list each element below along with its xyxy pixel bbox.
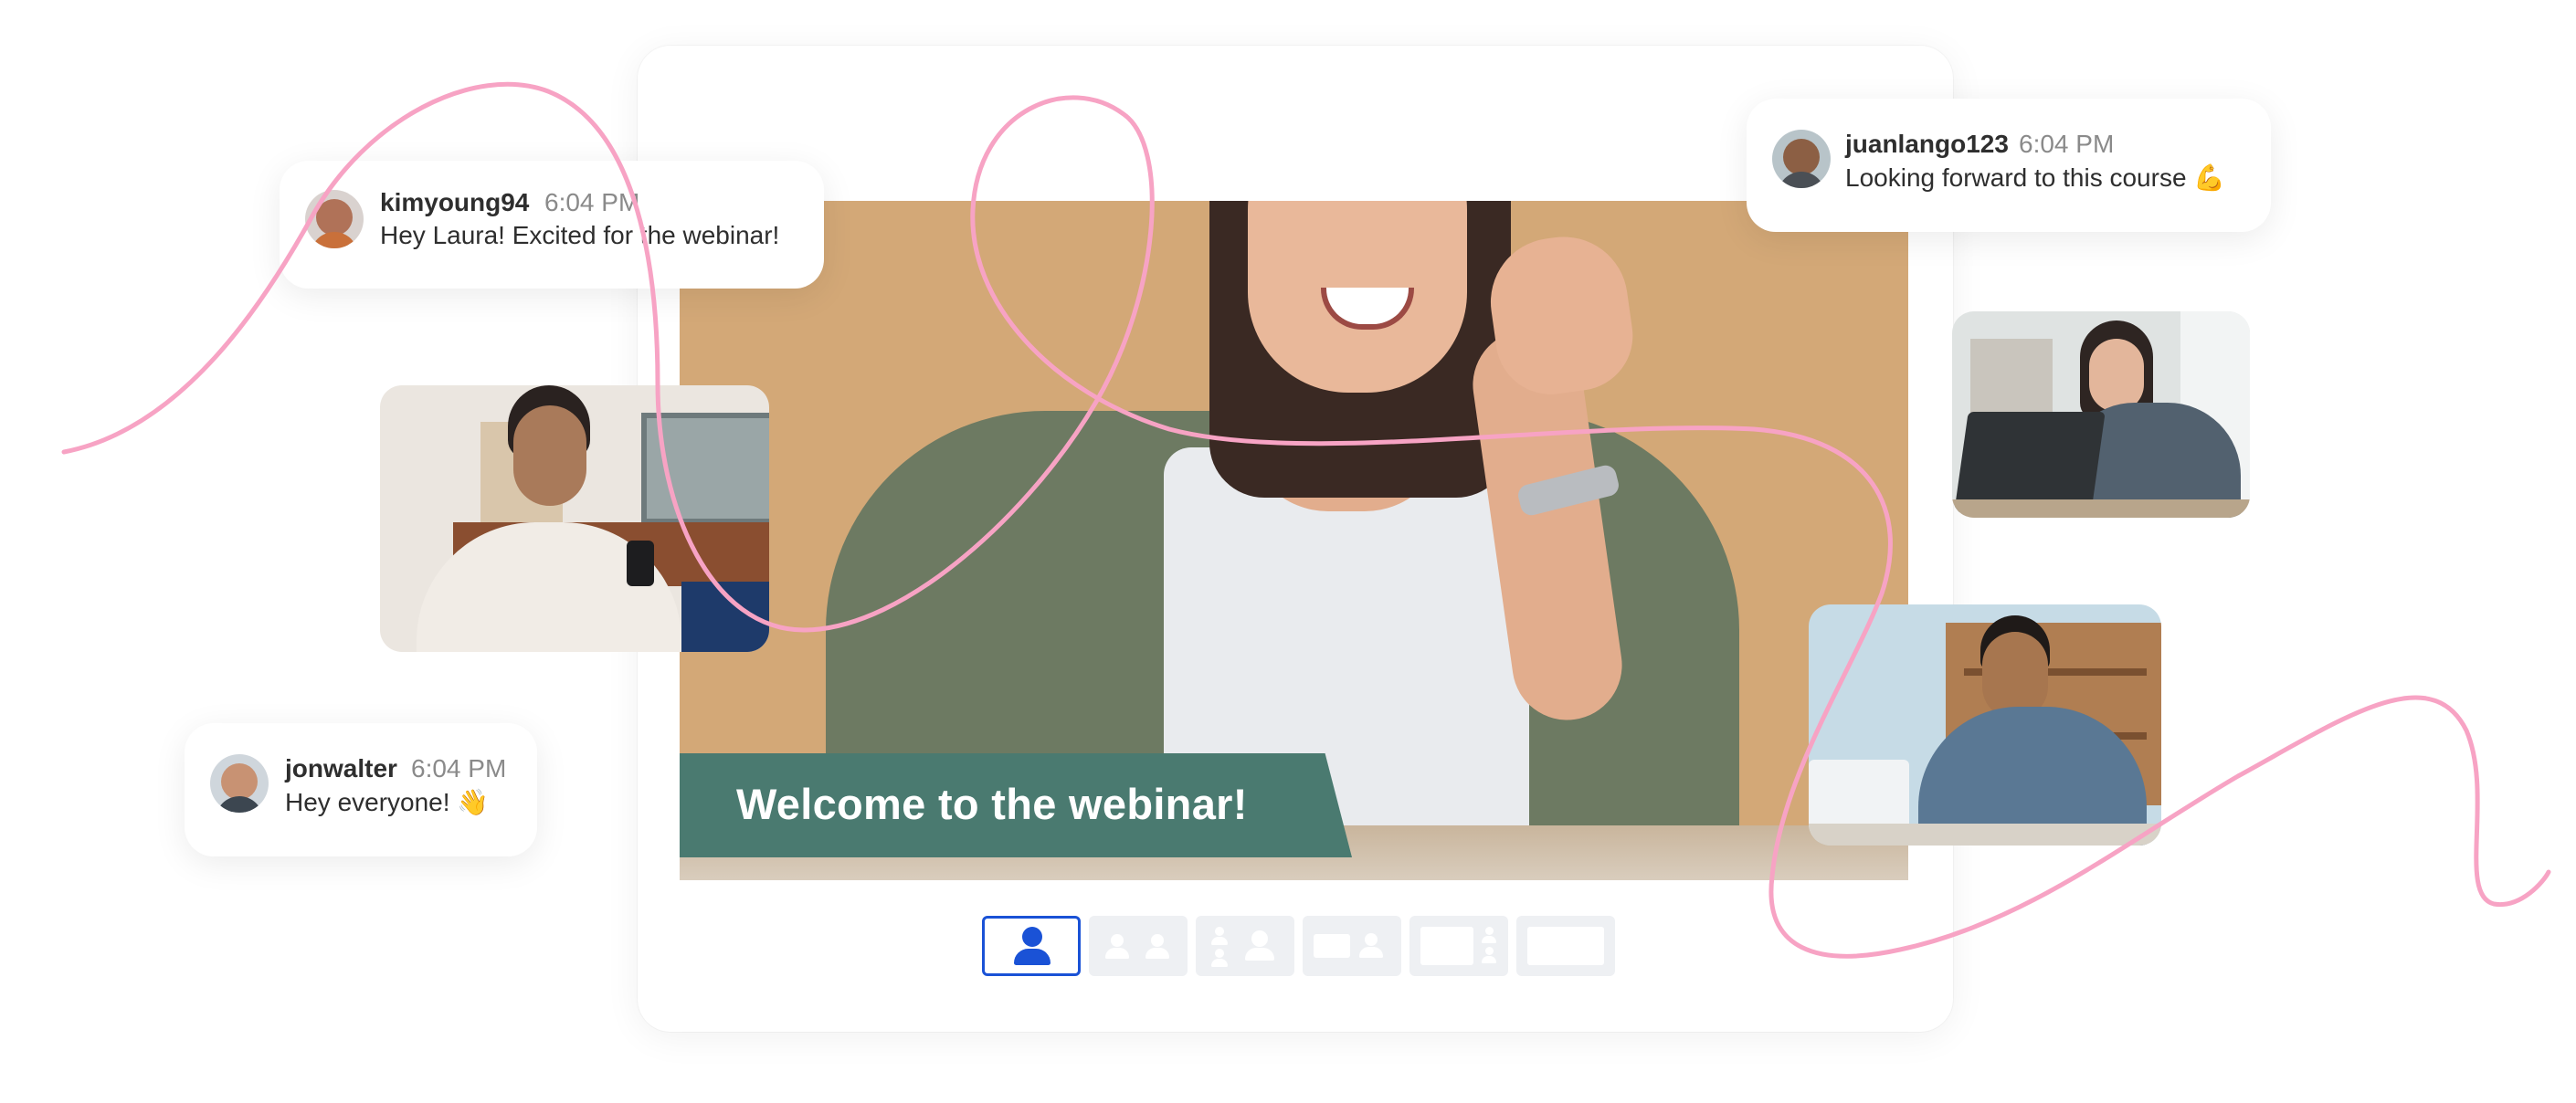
chat-timestamp: 6:04 PM bbox=[544, 188, 640, 216]
person-icon bbox=[1481, 927, 1497, 945]
chat-timestamp: 6:04 PM bbox=[411, 754, 507, 783]
person-icon bbox=[1105, 934, 1129, 961]
person-icon bbox=[1210, 949, 1229, 969]
chair bbox=[681, 582, 769, 652]
laptop bbox=[1954, 412, 2106, 512]
avatar bbox=[305, 190, 364, 248]
chat-timestamp: 6:04 PM bbox=[2019, 130, 2115, 158]
chat-message-text: Looking forward to this course 💪 bbox=[1845, 163, 2226, 192]
chat-message-text: Hey everyone! 👋 bbox=[285, 788, 490, 816]
person-face bbox=[2089, 339, 2144, 412]
layout-two-speakers-button[interactable] bbox=[1089, 916, 1188, 976]
person-icon bbox=[1481, 947, 1497, 965]
chat-username: juanlango123 bbox=[1845, 130, 2009, 158]
layout-single-speaker-button[interactable] bbox=[982, 916, 1081, 976]
welcome-banner-text: Welcome to the webinar! bbox=[736, 780, 1248, 828]
person-face bbox=[513, 405, 586, 506]
person-icon bbox=[1210, 927, 1229, 947]
screen-icon bbox=[1527, 927, 1604, 965]
chat-message-jonwalter: jonwalter 6:04 PM Hey everyone! 👋 bbox=[185, 723, 537, 856]
screen-icon bbox=[1314, 934, 1350, 958]
layout-speaker-guest-button[interactable] bbox=[1196, 916, 1294, 976]
chat-message-kimyoung94: kimyoung94 6:04 PM Hey Laura! Excited fo… bbox=[280, 161, 824, 289]
layout-screen-only-button[interactable] bbox=[1516, 916, 1615, 976]
screen-icon bbox=[1420, 927, 1473, 965]
participant-video-laptop-woman bbox=[1952, 311, 2250, 518]
person-icon bbox=[1357, 933, 1385, 961]
welcome-banner: Welcome to the webinar! bbox=[680, 753, 1352, 857]
person-icon bbox=[1145, 934, 1169, 961]
participant-video-laptop-man bbox=[1809, 604, 2161, 846]
participant-video-phone bbox=[380, 385, 769, 652]
avatar bbox=[210, 754, 269, 813]
desk bbox=[1809, 824, 2161, 846]
chat-username: kimyoung94 bbox=[380, 188, 530, 216]
chat-message-juanlango123: juanlango123 6:04 PM Looking forward to … bbox=[1747, 99, 2271, 232]
phone bbox=[627, 541, 654, 586]
chat-message-text: Hey Laura! Excited for the webinar! bbox=[380, 221, 780, 249]
avatar bbox=[1772, 130, 1831, 188]
person-icon bbox=[1241, 930, 1278, 963]
chat-username: jonwalter bbox=[285, 754, 397, 783]
layout-screen-speaker-button[interactable] bbox=[1303, 916, 1401, 976]
layout-screen-small-speaker-button[interactable] bbox=[1409, 916, 1508, 976]
desk bbox=[1952, 499, 2250, 518]
monitor bbox=[641, 413, 769, 524]
person-icon bbox=[1014, 927, 1050, 967]
